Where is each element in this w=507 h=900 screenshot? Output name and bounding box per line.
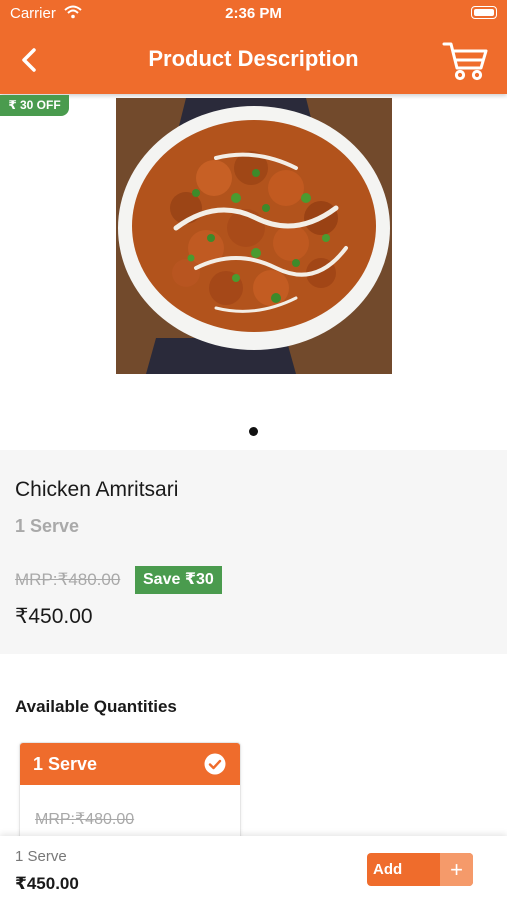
cart-icon[interactable] — [441, 38, 489, 82]
product-name: Chicken Amritsari — [15, 478, 179, 501]
quantity-option-mrp: MRP:₹480.00 — [35, 811, 135, 828]
page-title: Product Description — [148, 46, 359, 71]
add-button-label: Add — [373, 861, 403, 878]
status-time: 2:36 PM — [225, 5, 282, 22]
discount-badge: ₹ 30 OFF — [0, 95, 69, 116]
serve-label: 1 Serve — [15, 516, 80, 536]
plus-icon: + — [450, 857, 463, 882]
quantity-option-label: 1 Serve — [33, 754, 98, 774]
check-circle-icon — [204, 753, 226, 775]
bottom-price: ₹450.00 — [15, 874, 79, 893]
available-quantities-title: Available Quantities — [15, 697, 177, 716]
plus-button[interactable]: + — [440, 853, 473, 886]
selling-price: ₹450.00 — [15, 605, 93, 628]
product-image[interactable] — [116, 98, 392, 374]
quantity-option-header[interactable]: 1 Serve — [20, 743, 240, 785]
product-info: Chicken Amritsari 1 Serve MRP:₹480.00 Sa… — [0, 450, 507, 654]
mrp-price: MRP:₹480.00 — [15, 570, 121, 589]
status-bar: Carrier 2:36 PM — [0, 0, 507, 28]
app-header: Carrier 2:36 PM Product Description — [0, 0, 507, 94]
save-badge: Save ₹30 — [135, 566, 222, 594]
bottom-bar: 1 Serve ₹450.00 Add + — [0, 836, 507, 900]
bottom-serve-label: 1 Serve — [15, 848, 67, 865]
add-to-cart-button[interactable]: Add + — [367, 853, 473, 886]
carousel-dot[interactable] — [249, 427, 258, 436]
battery-icon — [471, 6, 497, 19]
